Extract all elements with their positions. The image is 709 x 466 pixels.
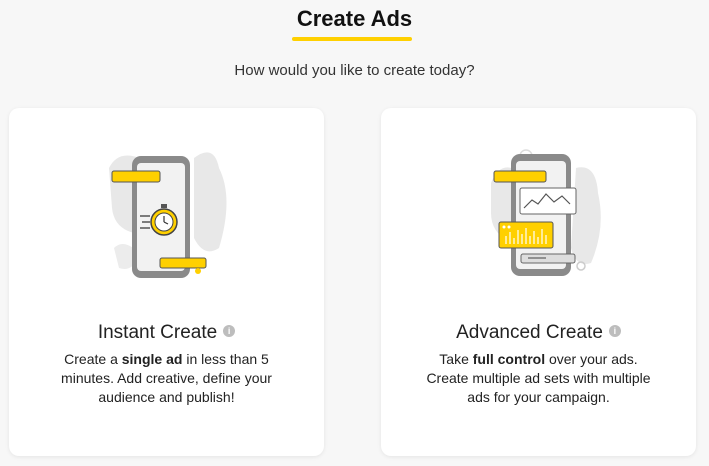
instant-create-description: Create a single ad in less than 5 minute… xyxy=(49,350,284,407)
page-subtitle: How would you like to create today? xyxy=(234,62,475,79)
title-underline xyxy=(292,37,412,41)
desc-pre: Create a xyxy=(64,351,122,367)
desc-bold: single ad xyxy=(121,351,183,367)
chart-phone-illustration xyxy=(491,149,601,276)
instant-create-card[interactable]: Instant Create i Create a single ad in le… xyxy=(9,108,324,456)
instant-create-title-text: Instant Create xyxy=(97,322,218,343)
info-icon[interactable]: i xyxy=(223,324,236,337)
instant-create-title: Instant Create i xyxy=(9,322,324,344)
page-title: Create Ads xyxy=(296,6,413,31)
info-icon[interactable]: i xyxy=(608,324,621,337)
advanced-create-card[interactable]: Advanced Create i Take full control over … xyxy=(381,108,696,456)
advanced-create-title: Advanced Create i xyxy=(381,322,696,344)
desc-bold: full control xyxy=(472,351,546,367)
advanced-create-title-text: Advanced Create xyxy=(456,322,603,343)
advanced-create-description: Take full control over your ads. Create … xyxy=(421,350,656,407)
stopwatch-phone-illustration xyxy=(109,152,227,278)
desc-pre: Take xyxy=(439,351,473,367)
